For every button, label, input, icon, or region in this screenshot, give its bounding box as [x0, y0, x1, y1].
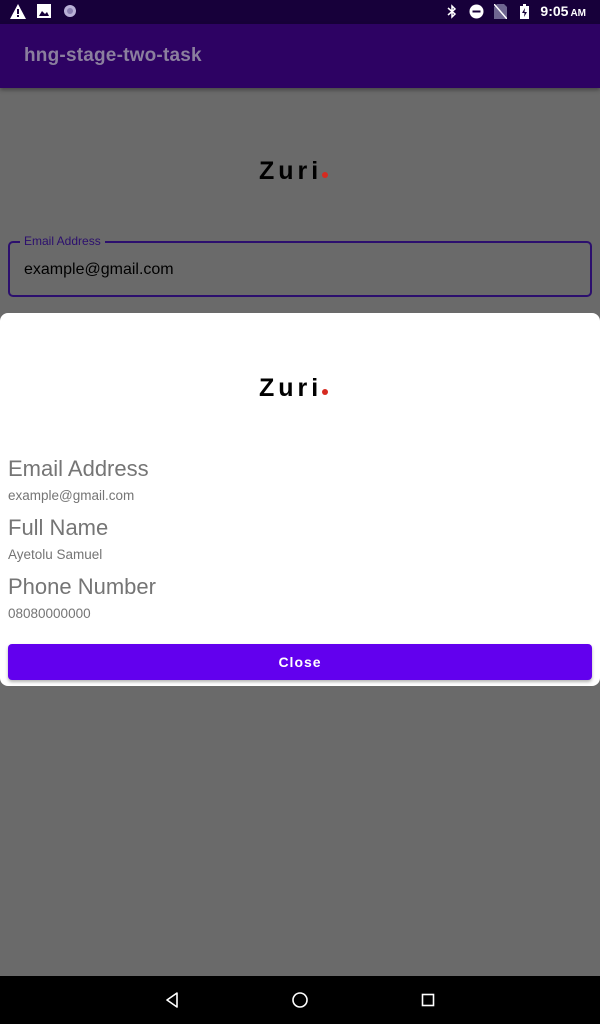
status-time: 9:05 AM: [540, 3, 586, 19]
background-logo: Zuri: [259, 157, 329, 186]
am-pm-text: AM: [570, 8, 586, 19]
time-text: 9:05: [540, 3, 569, 19]
no-sim-icon: [492, 3, 508, 19]
recents-icon[interactable]: [418, 990, 438, 1010]
app-title: hng-stage-two-task: [24, 45, 202, 66]
logo-dot-icon: [322, 389, 329, 395]
battery-charging-icon: [516, 3, 532, 19]
back-icon[interactable]: [162, 990, 182, 1010]
dialog-logo: Zuri: [259, 374, 329, 403]
app-bar: hng-stage-two-task: [0, 24, 600, 88]
phone-number-value: 08080000000: [8, 606, 91, 621]
dialog-logo-text: Zuri: [259, 374, 323, 402]
background-email-value: example@gmail.com: [24, 261, 174, 278]
logo-dot-icon: [322, 172, 329, 178]
warning-icon: [10, 3, 26, 19]
background-email-field: Email Address example@gmail.com: [8, 234, 592, 297]
email-title: Email Address: [8, 456, 149, 481]
phone-number-title: Phone Number: [8, 574, 156, 599]
details-dialog: Zuri Email Address example@gmail.com Ful…: [0, 313, 600, 686]
full-name-value: Ayetolu Samuel: [8, 547, 103, 562]
navigation-bar: [0, 976, 600, 1024]
home-icon[interactable]: [290, 990, 310, 1010]
close-button[interactable]: Close: [8, 644, 592, 680]
image-icon: [36, 3, 52, 19]
status-right-icons: 9:05 AM: [444, 3, 586, 19]
full-name-title: Full Name: [8, 515, 109, 540]
circle-icon: [62, 3, 78, 19]
bluetooth-icon: [444, 3, 460, 19]
status-left-icons: [10, 3, 78, 19]
email-value: example@gmail.com: [8, 488, 135, 503]
do-not-disturb-icon: [468, 3, 484, 19]
background-logo-text: Zuri: [259, 157, 323, 185]
background-email-label: Email Address: [20, 234, 105, 248]
status-bar: 9:05 AM: [0, 0, 600, 24]
